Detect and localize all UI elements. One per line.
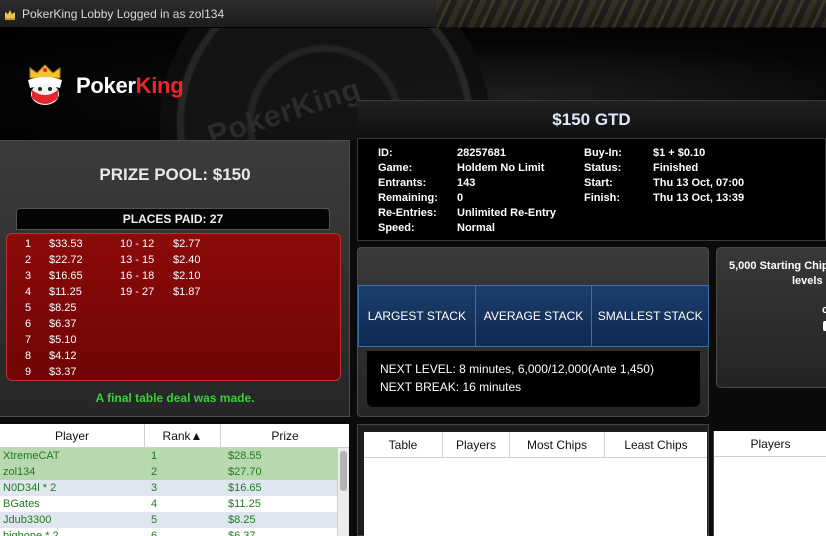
window-title-bar: PokerKing Lobby Logged in as zol134: [0, 0, 826, 28]
info-label: Start:: [584, 177, 613, 189]
level-info-box: NEXT LEVEL: 8 minutes, 6,000/12,000(Ante…: [367, 351, 700, 407]
most-chips-column-header[interactable]: Most Chips: [510, 432, 605, 458]
info-label: Game:: [378, 162, 413, 174]
prize-pool-title: PRIZE POOL: $150: [99, 165, 251, 184]
info-label: Entrants:: [378, 177, 427, 189]
info-label: Finish:: [584, 192, 621, 204]
scrollbar-thumb[interactable]: [340, 451, 347, 491]
next-break-text: NEXT BREAK: 16 minutes: [380, 380, 522, 394]
starting-chips-text: 5,000 Starting Chips: [729, 260, 826, 272]
table-row[interactable]: Jdub3300 5 $8.25: [0, 512, 337, 528]
info-label: Remaining:: [378, 192, 438, 204]
rank-column-header[interactable]: Rank▲: [145, 424, 221, 448]
king-mascot-icon: [28, 64, 62, 105]
window-title: PokerKing Lobby Logged in as zol134: [22, 6, 225, 21]
info-value: Thu 13 Oct, 07:00: [653, 177, 745, 189]
table-row[interactable]: BGates 4 $11.25: [0, 496, 337, 512]
info-label: Status:: [584, 162, 622, 174]
info-value: Thu 13 Oct, 13:39: [653, 192, 745, 204]
info-value: 143: [457, 177, 476, 189]
final-table-deal-message: A final table deal was made.: [95, 391, 255, 405]
info-label: Re-Entries:: [378, 207, 437, 219]
player-column-header[interactable]: Player: [0, 424, 145, 448]
table-row[interactable]: XtremeCAT 1 $28.55: [0, 448, 337, 464]
title-pattern: [436, 0, 826, 28]
tournament-info-panel: ID: 28257681 Game: Holdem No Limit Entra…: [357, 138, 826, 241]
average-stack-tab[interactable]: AVERAGE STACK: [476, 286, 593, 346]
prize-column-header[interactable]: Prize: [221, 424, 349, 448]
smallest-stack-tab[interactable]: SMALLEST STACK: [592, 286, 708, 346]
players-table: Player Rank▲ Prize XtremeCAT 1 $28.55 zo…: [0, 424, 349, 536]
structure-card: 5,000 Starting Chips levels of of: [716, 247, 826, 388]
players-table-header: Player Rank▲ Prize: [0, 424, 349, 448]
logo-king: King: [135, 73, 184, 98]
table-players-header[interactable]: Players: [714, 431, 826, 457]
stack-tabs: LARGEST STACK AVERAGE STACK SMALLEST STA…: [358, 285, 709, 347]
least-chips-column-header[interactable]: Least Chips: [605, 432, 707, 458]
info-value: 0: [457, 192, 464, 204]
prize-pool-panel: PRIZE POOL: $150 PLACES PAID: 27 1 $33.53…: [0, 140, 350, 417]
logo-wordmark: PokerKing: [76, 73, 184, 99]
info-label: ID:: [378, 147, 393, 159]
info-value: Finished: [653, 162, 699, 174]
table-players-list: Players: [713, 431, 826, 536]
table-row[interactable]: bigbone * 2 6 $6.37: [0, 528, 337, 536]
levels-text: levels of: [792, 275, 826, 287]
info-value: Normal: [457, 222, 495, 234]
places-paid-header: PLACES PAID: 27: [16, 208, 330, 230]
info-label: Buy-In:: [584, 147, 622, 159]
info-value: Holdem No Limit: [457, 162, 545, 174]
payout-list: 1 $33.53 2 $22.72 3 $16.65 4 $11.25 5 $8.25 6…: [6, 233, 341, 381]
info-value: Unlimited Re-Entry: [457, 207, 557, 219]
stack-stats-panel: LARGEST STACK AVERAGE STACK SMALLEST STA…: [357, 247, 709, 417]
players-column-header[interactable]: Players: [443, 432, 510, 458]
pokerking-logo: PokerKing: [22, 64, 184, 108]
info-value: $1 + $0.10: [653, 147, 706, 159]
table-row[interactable]: zol134 2 $27.70: [0, 464, 337, 480]
structure-text-line3: of: [822, 303, 826, 318]
table-row[interactable]: N0D34l * 2 3 $16.65: [0, 480, 337, 496]
logo-poker: Poker: [76, 73, 136, 98]
tournament-title: $150 GTD: [357, 100, 826, 138]
tables-list: Table Players Most Chips Least Chips: [364, 432, 707, 536]
largest-stack-tab[interactable]: LARGEST STACK: [359, 286, 476, 346]
next-level-text: NEXT LEVEL: 8 minutes, 6,000/12,000(Ante…: [380, 362, 654, 376]
info-label: Speed:: [378, 222, 415, 234]
info-value: 28257681: [457, 147, 506, 159]
tables-panel: Table Players Most Chips Least Chips: [357, 424, 709, 536]
table-column-header[interactable]: Table: [364, 432, 443, 458]
app-icon: [5, 9, 15, 20]
players-scrollbar[interactable]: [337, 448, 349, 536]
